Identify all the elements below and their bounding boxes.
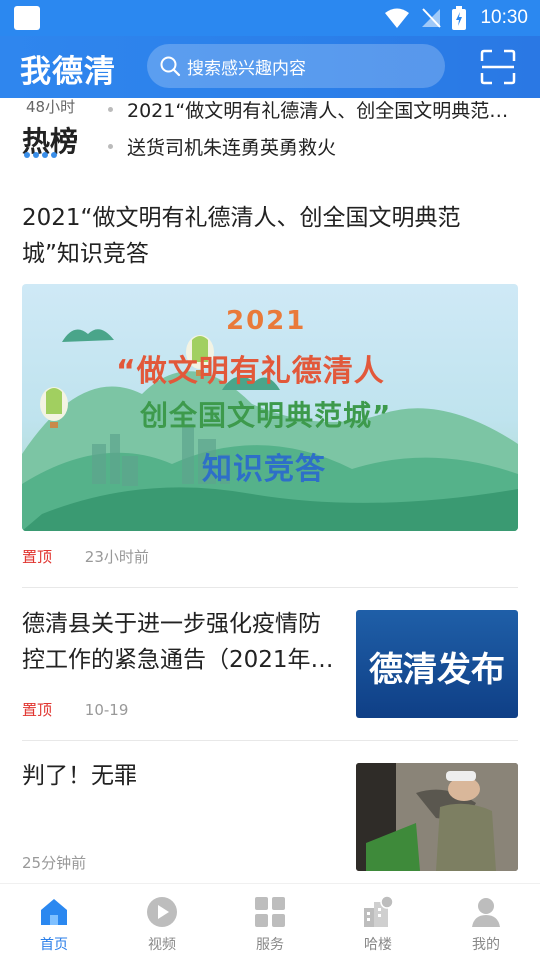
bullet [108,107,113,112]
article-time: 10-19 [84,701,129,719]
home-icon [41,899,67,925]
article-time: 23小时前 [84,548,149,566]
article-title[interactable]: 判了！无罪 [22,758,338,794]
hot-list-section: 48小时 热榜 2021“做文明有礼德清人、创全国文明典范城”知识竞答 送货司机… [0,98,540,178]
nav-label: 服务 [256,937,284,953]
pinned-badge: 置顶 [22,548,53,566]
hot-time-label: 48小时 [26,98,76,116]
nav-video[interactable]: 视频 [108,884,216,961]
article-meta: 置顶 10-19 [22,699,128,720]
status-bar: 10:30 [0,0,540,36]
battery-charging-icon [452,6,467,30]
no-signal-icon [422,8,442,28]
hot-item[interactable]: 2021“做文明有礼德清人、创全国文明典范城”知识竞答 [108,91,518,128]
profile-icon [472,898,500,927]
bullet [108,144,113,149]
hot-list: 2021“做文明有礼德清人、创全国文明典范城”知识竞答 送货司机朱连勇英勇救火 [108,98,518,165]
thumbnail-photo [356,763,518,871]
grid-icon [255,897,285,927]
divider [22,740,518,741]
banner-line2: 创全国文明典范城” [140,399,392,432]
nav-label: 哈楼 [364,937,392,953]
banner-year: 2021 [226,306,307,336]
scan-icon[interactable] [480,49,516,85]
notification-icon [14,6,40,30]
hot-item-text: 2021“做文明有礼德清人、创全国文明典范城”知识竞答 [127,100,518,122]
nav-home[interactable]: 首页 [0,884,108,961]
app-header: 我德清 搜索感兴趣内容 [0,36,540,98]
article-banner-image[interactable]: 2021 “做文明有礼德清人 创全国文明典范城” 知识竞答 [22,284,518,531]
article-time: 25分钟前 [22,854,87,872]
nav-label: 首页 [40,937,68,953]
nav-halou[interactable]: 哈楼 [324,884,432,961]
nav-profile[interactable]: 我的 [432,884,540,961]
building-icon [364,896,394,927]
bottom-nav: 首页 视频 服务 哈楼 我的 [0,883,540,961]
article-thumbnail[interactable]: 德清发布 [356,610,518,718]
article-title: 2021“做文明有礼德清人、创全国文明典范城”知识竞答 [22,205,461,267]
nav-service[interactable]: 服务 [216,884,324,961]
divider [22,587,518,588]
hot-item[interactable]: 送货司机朱连勇英勇救火 [108,128,518,165]
search-icon [160,56,181,77]
article-card[interactable]: 2021“做文明有礼德清人、创全国文明典范城”知识竞答 [22,200,518,272]
clock: 10:30 [480,7,528,28]
wifi-icon [385,8,410,28]
search-bar[interactable]: 搜索感兴趣内容 [147,44,445,88]
search-placeholder: 搜索感兴趣内容 [187,58,306,79]
article-meta: 置顶 23小时前 [22,546,149,567]
video-icon [147,897,177,927]
hot-item-text: 送货司机朱连勇英勇救火 [127,137,337,159]
article-title[interactable]: 德清县关于进一步强化疫情防控工作的紧急通告（2021年… [22,606,338,678]
banner-line3: 知识竞答 [202,452,326,487]
banner-line1: “做文明有礼德清人 [116,354,385,389]
article-thumbnail[interactable] [356,763,518,871]
app-logo: 我德清 [20,54,116,90]
thumbnail-text: 德清发布 [369,650,505,690]
nav-label: 视频 [148,937,176,953]
pinned-badge: 置顶 [22,701,53,719]
hot-dots-decoration [24,152,57,158]
nav-label: 我的 [472,937,500,953]
